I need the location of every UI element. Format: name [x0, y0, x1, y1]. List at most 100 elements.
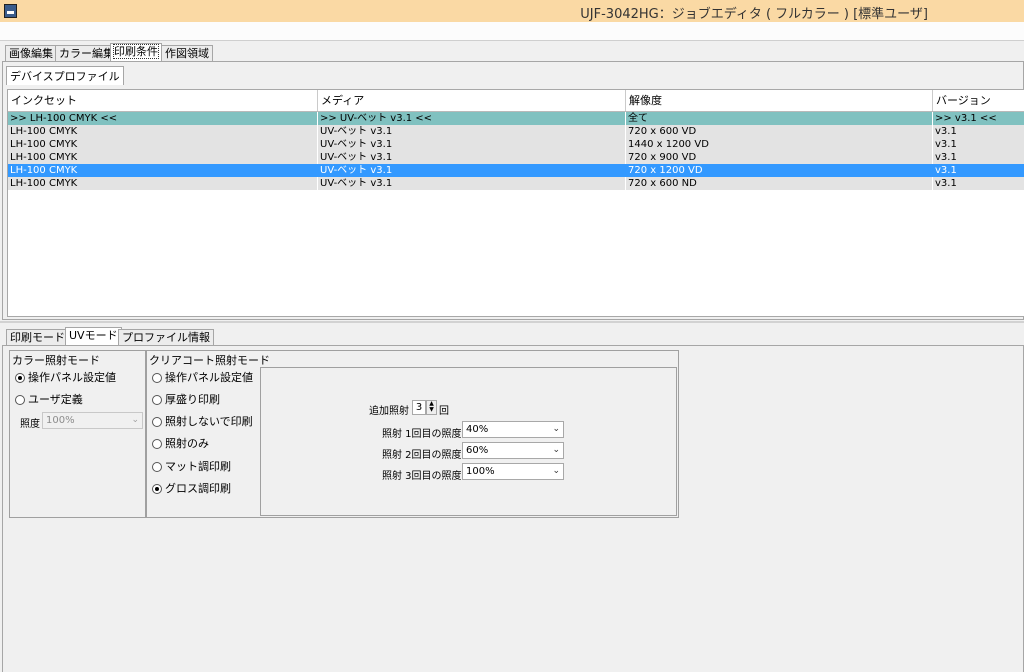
chevron-down-icon[interactable]: ▼ — [427, 407, 436, 413]
radio-irradiation-only[interactable]: 照射のみ — [152, 437, 209, 451]
radio-thick-print[interactable]: 厚盛り印刷 — [152, 393, 220, 407]
radio-label: 照射しないで印刷 — [165, 415, 253, 428]
select-value: 100% — [46, 415, 75, 426]
chevron-down-icon: ⌄ — [552, 424, 560, 434]
irradiation-2-select[interactable]: 60% ⌄ — [462, 442, 564, 459]
spinner-buttons[interactable]: ▲ ▼ — [426, 400, 437, 415]
radio-user-defined[interactable]: ユーザ定義 — [15, 393, 83, 407]
tab-label: カラー編集 — [59, 47, 114, 60]
select-value: 40% — [466, 424, 489, 435]
radio-checked-icon — [152, 484, 162, 494]
column-resolution[interactable]: 解像度 — [626, 90, 933, 111]
radio-unchecked-icon — [152, 373, 162, 383]
tab-label: プロファイル情報 — [122, 331, 210, 344]
table-cell: LH-100 CMYK — [8, 151, 318, 164]
table-cell: 720 x 1200 VD — [626, 164, 933, 177]
table-cell: 1440 x 1200 VD — [626, 138, 933, 151]
radio-label: 操作パネル設定値 — [28, 371, 116, 384]
column-inkset[interactable]: インクセット — [8, 90, 318, 111]
table-cell: LH-100 CMYK — [8, 125, 318, 138]
tab-label: 作図領域 — [165, 47, 209, 60]
radio-unchecked-icon — [152, 395, 162, 405]
irradiation-2-label: 照射 2回目の照度 — [382, 450, 462, 461]
chevron-down-icon: ⌄ — [131, 415, 139, 425]
table-cell: >> UV-ベット v3.1 << — [318, 112, 626, 125]
app-icon[interactable] — [4, 4, 17, 18]
select-value: 60% — [466, 445, 489, 456]
tab-color-edit[interactable]: カラー編集 — [55, 45, 118, 61]
table-cell: >> v3.1 << — [933, 112, 1024, 125]
radio-label: 厚盛り印刷 — [165, 393, 220, 406]
tab-label: UVモード — [69, 329, 118, 342]
radio-label: 操作パネル設定値 — [165, 371, 253, 384]
table-cell: UV-ベット v3.1 — [318, 164, 626, 177]
table-row[interactable]: LH-100 CMYK UV-ベット v3.1 1440 x 1200 VD v… — [8, 138, 1024, 152]
additional-irradiation-label: 追加照射 — [369, 406, 409, 417]
tab-label: 印刷モード — [10, 331, 65, 344]
table-cell: v3.1 — [933, 151, 1024, 164]
tab-print-mode[interactable]: 印刷モード — [6, 329, 69, 345]
table-cell: 全て — [626, 112, 933, 125]
illuminance-select: 100% ⌄ — [42, 412, 143, 429]
table-cell: UV-ベット v3.1 — [318, 151, 626, 164]
window-title: UJF-3042HG：ジョブエディタ ( フルカラー ) [標準ユーザ] — [580, 7, 928, 22]
tab-label: 印刷条件 — [113, 44, 159, 59]
chevron-down-icon: ⌄ — [552, 445, 560, 455]
radio-matte-print[interactable]: マット調印刷 — [152, 460, 231, 474]
table-cell: v3.1 — [933, 164, 1024, 177]
table-row[interactable]: LH-100 CMYK UV-ベット v3.1 720 x 600 VD v3.… — [8, 125, 1024, 139]
title-bar: UJF-3042HG：ジョブエディタ ( フルカラー ) [標準ユーザ] — [0, 0, 1024, 22]
table-cell: 720 x 600 VD — [626, 125, 933, 138]
table-row-selected[interactable]: LH-100 CMYK UV-ベット v3.1 720 x 1200 VD v3… — [8, 164, 1024, 177]
radio-label: 照射のみ — [165, 437, 209, 450]
profile-table: インクセット メディア 解像度 バージョン >> LH-100 CMYK << … — [7, 89, 1024, 317]
additional-irradiation-unit: 回 — [439, 406, 449, 417]
table-cell: 720 x 600 ND — [626, 177, 933, 190]
tab-uv-mode[interactable]: UVモード — [65, 327, 122, 345]
radio-checked-icon — [15, 373, 25, 383]
table-cell: LH-100 CMYK — [8, 164, 318, 177]
radio-gloss-print[interactable]: グロス調印刷 — [152, 482, 231, 496]
radio-unchecked-icon — [152, 439, 162, 449]
tab-drawing-area[interactable]: 作図領域 — [161, 45, 213, 61]
splitter[interactable] — [0, 321, 1024, 323]
table-row[interactable]: LH-100 CMYK UV-ベット v3.1 720 x 600 ND v3.… — [8, 177, 1024, 191]
irradiation-1-select[interactable]: 40% ⌄ — [462, 421, 564, 438]
radio-label: マット調印刷 — [165, 460, 231, 473]
irradiation-3-label: 照射 3回目の照度 — [382, 471, 462, 482]
table-cell: 720 x 900 VD — [626, 151, 933, 164]
table-cell: LH-100 CMYK — [8, 177, 318, 190]
table-cell: UV-ベット v3.1 — [318, 138, 626, 151]
color-irradiation-title: カラー照射モード — [12, 354, 100, 367]
additional-irradiation-input[interactable]: 3 — [412, 400, 426, 415]
tab-profile-info[interactable]: プロファイル情報 — [118, 329, 214, 345]
tab-image-edit[interactable]: 画像編集 — [5, 45, 57, 61]
table-cell: UV-ベット v3.1 — [318, 125, 626, 138]
irradiation-3-select[interactable]: 100% ⌄ — [462, 463, 564, 480]
radio-unchecked-icon — [152, 417, 162, 427]
table-cell: UV-ベット v3.1 — [318, 177, 626, 190]
table-cell: v3.1 — [933, 177, 1024, 190]
table-header: インクセット メディア 解像度 バージョン — [8, 90, 1024, 112]
radio-panel-setting[interactable]: 操作パネル設定値 — [15, 371, 116, 385]
illuminance-label: 照度 — [20, 419, 40, 430]
tab-device-profile[interactable]: デバイスプロファイル — [6, 66, 124, 85]
radio-unchecked-icon — [15, 395, 25, 405]
table-cell: v3.1 — [933, 138, 1024, 151]
radio-print-without-irradiation[interactable]: 照射しないで印刷 — [152, 415, 253, 429]
tab-label: 画像編集 — [9, 47, 53, 60]
table-cell: >> LH-100 CMYK << — [8, 112, 318, 125]
column-media[interactable]: メディア — [318, 90, 626, 111]
radio-clear-panel-setting[interactable]: 操作パネル設定値 — [152, 371, 253, 385]
table-cell: v3.1 — [933, 125, 1024, 138]
chevron-down-icon: ⌄ — [552, 466, 560, 476]
tab-print-conditions[interactable]: 印刷条件 — [110, 43, 162, 61]
select-value: 100% — [466, 466, 495, 477]
table-filter-row[interactable]: >> LH-100 CMYK << >> UV-ベット v3.1 << 全て >… — [8, 112, 1024, 125]
clearcoat-irradiation-title: クリアコート照射モード — [149, 354, 270, 367]
toolbar-strip — [0, 22, 1024, 41]
radio-label: ユーザ定義 — [28, 393, 83, 406]
tab-label: デバイスプロファイル — [10, 70, 120, 83]
table-row[interactable]: LH-100 CMYK UV-ベット v3.1 720 x 900 VD v3.… — [8, 151, 1024, 165]
column-version[interactable]: バージョン — [933, 90, 1024, 111]
